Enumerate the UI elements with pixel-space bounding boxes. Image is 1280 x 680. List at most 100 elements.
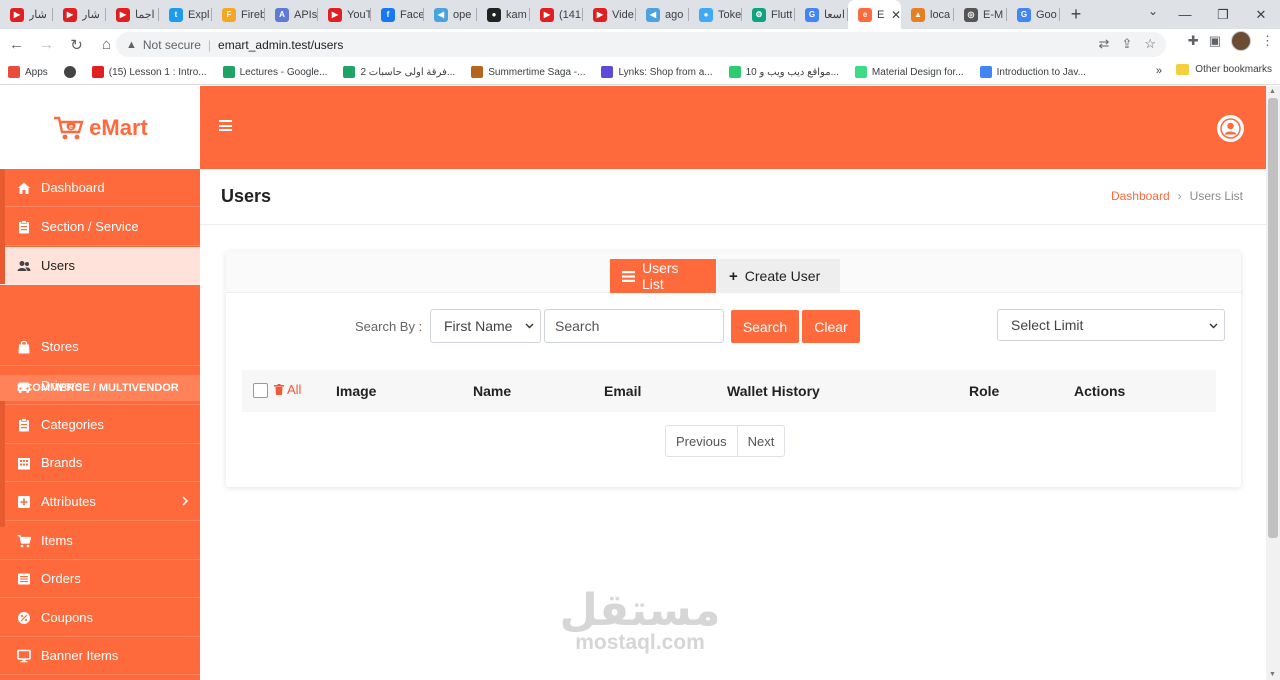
brand-logo[interactable]: e eMart (52, 114, 148, 142)
hamburger-menu-icon[interactable] (219, 120, 232, 131)
other-bookmarks[interactable]: Other bookmarks (1176, 64, 1272, 75)
tab-favicon-icon: ▶ (10, 7, 24, 22)
scroll-down-icon[interactable]: ▼ (1269, 671, 1276, 678)
bookmark-star-icon[interactable]: ☆ (1144, 36, 1156, 52)
sidebar-item-brands[interactable]: Brands (0, 444, 200, 482)
browser-tab[interactable]: e E ✕ (848, 0, 901, 29)
share-icon[interactable]: ⇪ (1121, 36, 1132, 52)
bookmark-item[interactable]: Introduction to Jav... (972, 66, 1094, 78)
search-field-select[interactable]: First Name (430, 309, 541, 343)
browser-tab[interactable]: G اسعا (795, 0, 848, 29)
sidebar-item-categories[interactable]: Categories (0, 406, 200, 444)
back-arrow-icon[interactable]: ← (3, 31, 30, 58)
side-panel-icon[interactable]: ▣ (1209, 33, 1221, 49)
logo-area: e eMart (0, 86, 200, 169)
browser-tab[interactable]: ◀ ago (636, 0, 689, 29)
translate-icon[interactable]: ⇄ (1099, 36, 1110, 52)
browser-tab[interactable]: ● Toke (689, 0, 742, 29)
url-text[interactable]: emart_admin.test/users (218, 38, 343, 52)
column-header-email: Email (604, 383, 642, 399)
sidebar-item-label: Section / Service (41, 219, 139, 234)
toolbar-right: ✚ ▣ ⋮ (1188, 31, 1274, 51)
tab-favicon-icon: ▶ (116, 7, 130, 22)
page-scrollbar[interactable]: ▲ ▼ (1266, 86, 1280, 680)
browser-tab[interactable]: A APIs (265, 0, 318, 29)
tab-create-user[interactable]: + Create User (717, 259, 840, 293)
bookmark-favicon-icon (63, 66, 76, 78)
bookmark-item[interactable]: Material Design for... (847, 66, 972, 78)
tab-users-list-label: Users List (641, 260, 679, 292)
bookmark-item[interactable]: Apps (0, 66, 56, 78)
sidebar-item-banner-items[interactable]: Banner Items (0, 637, 200, 675)
plus-square-icon (18, 495, 30, 508)
user-avatar-icon[interactable] (1217, 115, 1244, 142)
browser-tab[interactable]: ◎ E-M (954, 0, 1007, 29)
search-input[interactable]: Search (544, 309, 724, 343)
bookmark-item[interactable]: (15) Lesson 1 : Intro... (84, 66, 215, 78)
sidebar-item-dashboard[interactable]: Dashboard (0, 169, 200, 207)
limit-select[interactable]: Select Limit (997, 309, 1225, 341)
sidebar-item-coupons[interactable]: Coupons (0, 599, 200, 637)
bookmark-item[interactable]: 10 مواقع ديب ويب و... (721, 66, 847, 78)
maximize-icon[interactable]: ❐ (1204, 0, 1242, 29)
browser-tab[interactable]: t Expl (159, 0, 212, 29)
delete-all-button[interactable]: All (274, 382, 301, 397)
bookmarks-overflow-icon[interactable]: » (1156, 65, 1162, 77)
profile-avatar[interactable] (1231, 31, 1251, 51)
browser-tab[interactable]: ◀ ope (424, 0, 477, 29)
tab-search-chevron-icon[interactable]: ⌄ (1148, 4, 1158, 18)
new-tab-plus-icon[interactable]: + (1060, 4, 1092, 25)
previous-page-button[interactable]: Previous (666, 426, 737, 456)
browser-tab[interactable]: ⚙ Flutt (742, 0, 795, 29)
tab-favicon-icon: e (858, 7, 872, 22)
close-tab-icon[interactable]: ✕ (891, 8, 901, 22)
scroll-up-icon[interactable]: ▲ (1269, 88, 1276, 95)
browser-tab[interactable]: ▶ شار (53, 0, 106, 29)
next-page-button[interactable]: Next (736, 426, 785, 456)
sidebar-item-drivers[interactable]: Drivers (0, 367, 200, 405)
sidebar-item-section-service[interactable]: Section / Service (0, 208, 200, 246)
bookmark-item[interactable]: Summertime Saga -... (463, 66, 593, 78)
sidebar-item-label: Attributes (41, 494, 96, 509)
app-root: e eMart ECOMMERCE / MULTIVENDOR Dashboar… (0, 86, 1266, 680)
clear-button[interactable]: Clear (802, 310, 860, 343)
close-window-icon[interactable]: ✕ (1242, 0, 1280, 29)
browser-tab[interactable]: ▶ اجما (106, 0, 159, 29)
sidebar-item-users[interactable]: Users (0, 247, 200, 285)
bookmark-item[interactable] (56, 66, 84, 78)
sidebar-item-attributes[interactable]: Attributes (0, 483, 200, 521)
browser-tab[interactable]: ▶ Vide (583, 0, 636, 29)
tab-title: E-M (983, 8, 1004, 21)
breadcrumb-dashboard-link[interactable]: Dashboard (1111, 189, 1170, 203)
browser-tab[interactable]: ● kam (477, 0, 530, 29)
browser-tab[interactable]: ▶ YouT (318, 0, 371, 29)
search-button[interactable]: Search (731, 310, 799, 343)
tab-users-list[interactable]: Users List (610, 259, 716, 293)
sidebar-item-orders[interactable]: Orders (0, 560, 200, 598)
menu-kebab-icon[interactable]: ⋮ (1261, 33, 1274, 49)
limit-select-value: Select Limit (1011, 317, 1084, 333)
sidebar-item-stores[interactable]: Stores (0, 328, 200, 366)
bookmark-item[interactable]: Lectures - Google... (215, 66, 336, 78)
scrollbar-thumb[interactable] (1268, 98, 1278, 538)
bookmark-item[interactable]: Lynks: Shop from a... (593, 66, 720, 78)
chevron-down-icon (525, 323, 534, 329)
browser-tab[interactable]: ▲ loca (901, 0, 954, 29)
tab-favicon-icon: ▶ (63, 7, 77, 22)
reload-icon[interactable]: ↻ (63, 31, 90, 58)
browser-tab[interactable]: ▶ شار (0, 0, 53, 29)
browser-tab[interactable]: G Goo (1007, 0, 1060, 29)
bookmark-label: Introduction to Jav... (996, 66, 1086, 78)
minimize-icon[interactable]: — (1166, 0, 1204, 29)
sidebar-item-items[interactable]: Items (0, 522, 200, 560)
browser-tab[interactable]: F Fireb (212, 0, 265, 29)
forward-arrow-icon[interactable]: → (33, 31, 60, 58)
extensions-puzzle-icon[interactable]: ✚ (1188, 33, 1199, 49)
bookmark-item[interactable]: فرقة اولى حاسبات 2... (335, 66, 463, 78)
select-all-checkbox[interactable] (253, 383, 268, 398)
card-tabs: Users List + Create User (226, 251, 1241, 293)
browser-tab[interactable]: f Face (371, 0, 424, 29)
address-bar[interactable]: ▲ Not secure | emart_admin.test/users ⇄ … (116, 32, 1166, 57)
browser-tab[interactable]: ▶ (141 (530, 0, 583, 29)
sidebar-item-label: Brands (41, 455, 83, 470)
